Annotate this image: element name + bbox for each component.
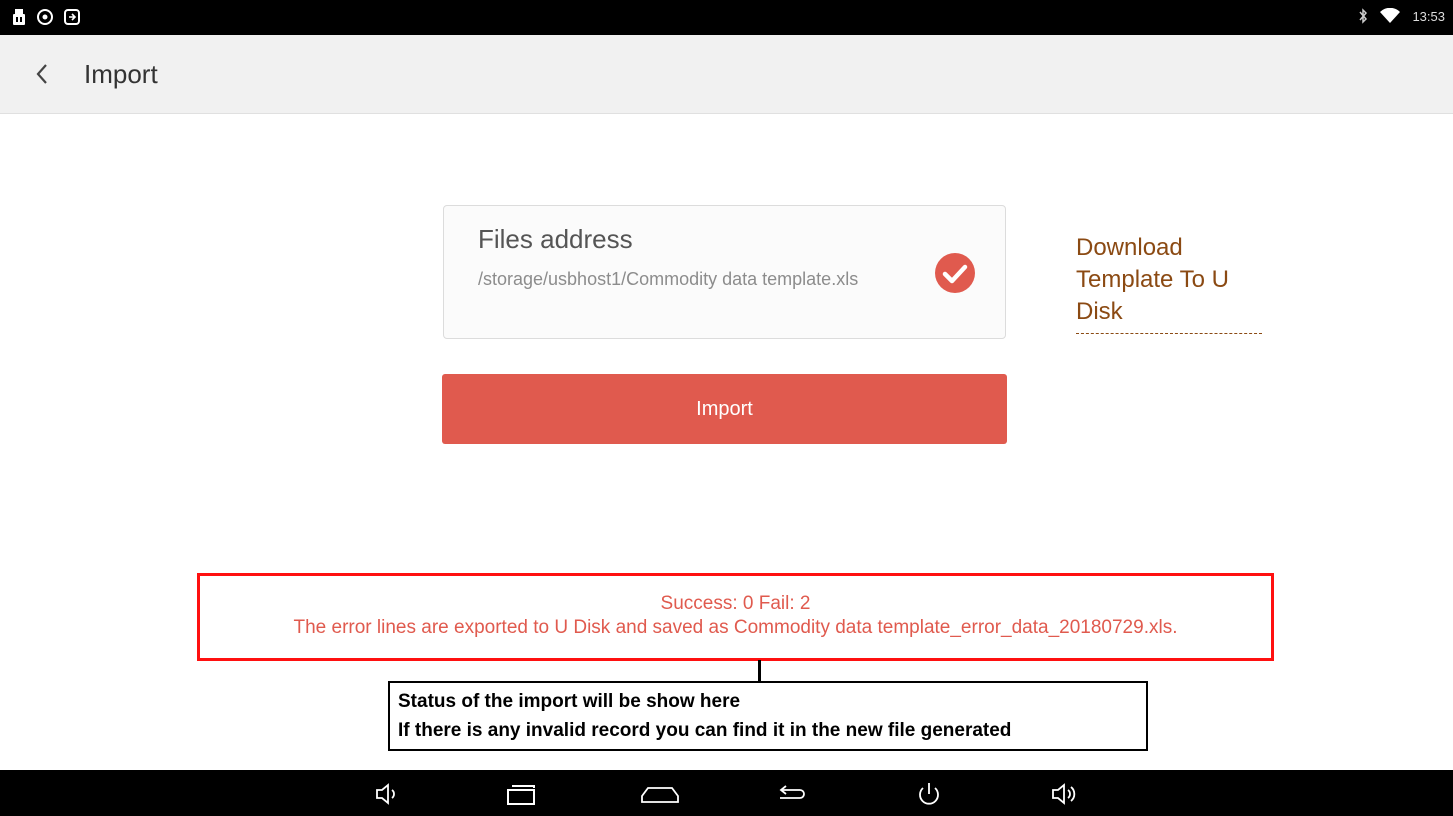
back-icon <box>779 785 805 799</box>
check-circle-icon <box>935 253 975 293</box>
import-status-summary: Success: 0 Fail: 2 <box>660 593 811 614</box>
annotation-connector <box>758 660 761 682</box>
annotation-line-1: Status of the import will be show here <box>398 691 741 712</box>
file-path-value: /storage/usbhost1/Commodity data templat… <box>478 269 859 289</box>
back-button[interactable] <box>28 57 58 91</box>
app-bar: Import <box>0 35 1453 114</box>
nav-volume-down[interactable] <box>368 780 402 808</box>
download-link-underline <box>1076 333 1262 334</box>
file-address-box[interactable]: Files address /storage/usbhost1/Commodit… <box>443 205 1006 339</box>
nav-recent-apps[interactable] <box>504 780 538 808</box>
bluetooth-icon <box>1359 8 1368 24</box>
navigation-bar <box>0 770 1453 816</box>
eye-icon <box>37 9 53 25</box>
recent-apps-icon <box>507 785 535 805</box>
status-bar-right: 13:53 <box>1358 8 1445 24</box>
file-address-label: Files address <box>478 224 633 254</box>
wifi-icon <box>1380 8 1401 23</box>
volume-up-icon <box>1052 783 1076 805</box>
volume-down-icon <box>376 783 395 805</box>
status-bar-left <box>12 9 80 25</box>
page-title: Import <box>84 59 158 89</box>
annotation-callout: Status of the import will be show here I… <box>388 681 1148 751</box>
screen-share-icon <box>64 9 80 25</box>
status-bar: 13:53 <box>0 0 1453 35</box>
nav-volume-up[interactable] <box>1046 780 1080 808</box>
annotation-line-2: If there is any invalid record you can f… <box>398 720 1012 741</box>
import-status-detail: The error lines are exported to U Disk a… <box>293 617 1178 638</box>
download-template-link[interactable]: Download Template To U Disk <box>1076 232 1276 328</box>
nav-home[interactable] <box>640 780 679 808</box>
chevron-left-icon <box>36 64 47 84</box>
import-button[interactable]: Import <box>442 374 1007 444</box>
power-icon <box>919 783 939 805</box>
usb-icon <box>13 9 25 25</box>
import-status-box: Success: 0 Fail: 2 The error lines are e… <box>197 573 1274 661</box>
home-icon <box>641 787 679 803</box>
status-time: 13:53 <box>1412 8 1445 24</box>
nav-back[interactable] <box>774 780 808 808</box>
nav-power[interactable] <box>912 780 946 808</box>
